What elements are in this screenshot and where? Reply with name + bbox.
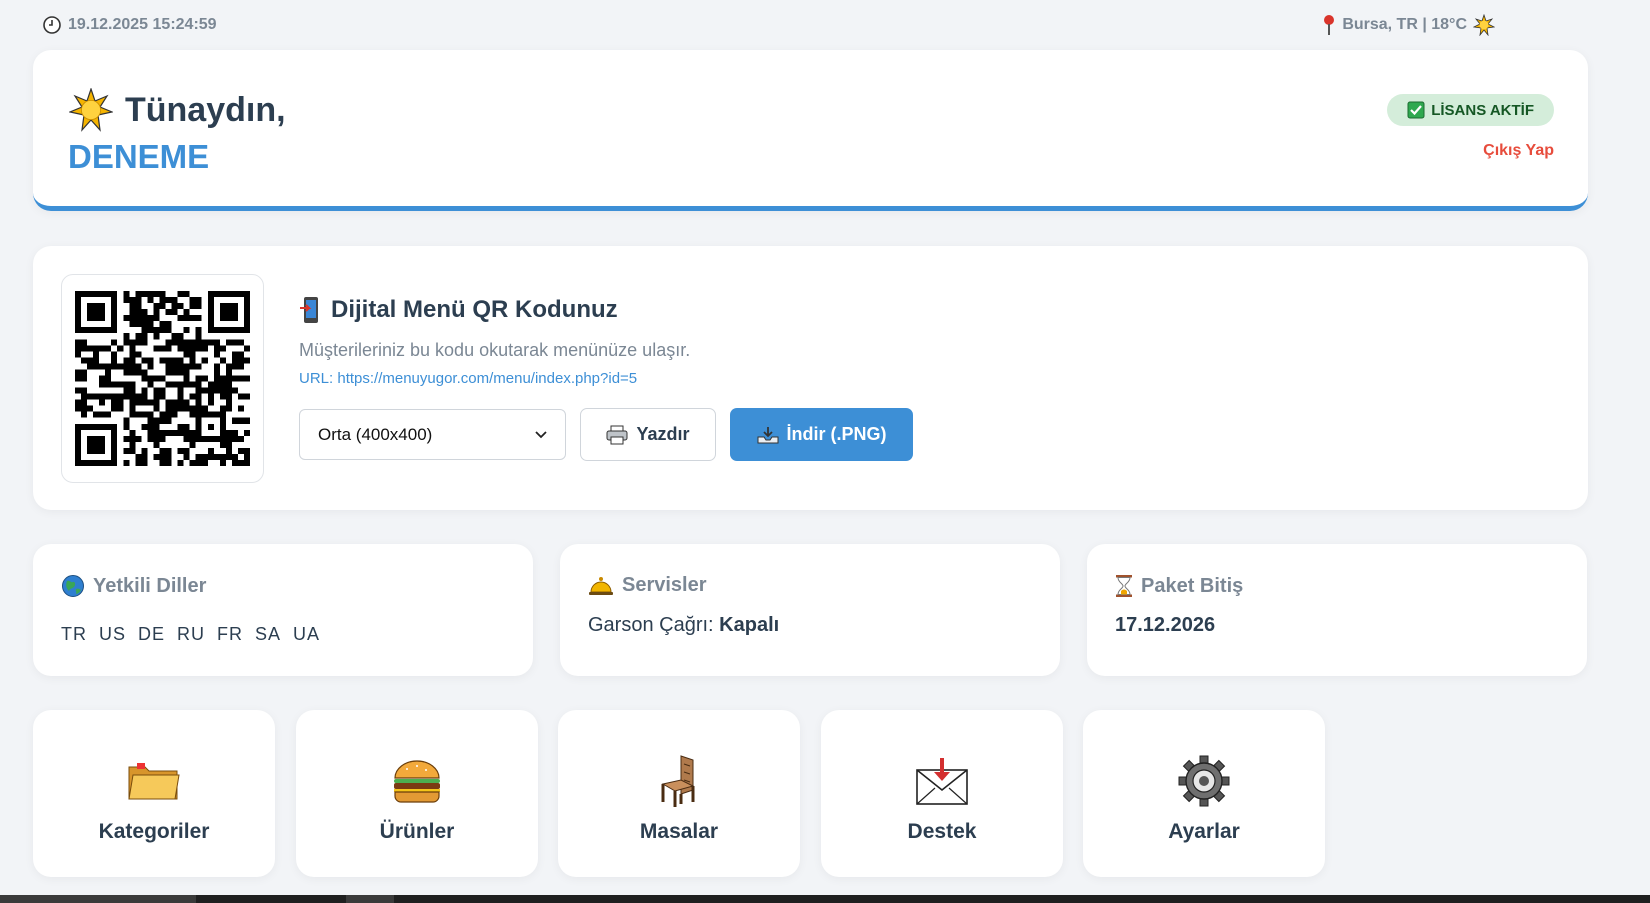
package-expiry-card: Paket Bitiş 17.12.2026 [1087,544,1587,676]
language-code: SA [255,624,282,644]
hourglass-icon [1115,574,1133,598]
menu-tile-label: Ürünler [379,820,455,843]
qr-code-graphic [75,291,250,466]
language-codes: TR US DE RU FR SA UA [61,624,320,645]
services-title: Servisler [588,574,707,597]
qr-size-select[interactable]: Orta (400x400) [299,409,566,460]
folder-icon [127,752,181,810]
burger-icon [391,752,443,810]
qr-description: Müşterileriniz bu kodu okutarak menünüze… [299,340,691,360]
taskbar-segment [0,895,196,903]
menu-tile-label: Masalar [639,820,719,843]
language-code: UA [293,624,321,644]
datetime-text: 19.12.2025 15:24:59 [68,16,217,33]
menu-tile-label: Ayarlar [1168,820,1240,843]
qr-size-selected-value: Orta (400x400) [318,424,433,444]
location-weather-group: Bursa, TR | 18°C [1322,14,1495,36]
menu-tile-tables[interactable]: Masalar [558,710,800,877]
top-status-bar: 19.12.2025 15:24:59 Bursa, TR | 18°C [0,0,1650,50]
globe-icon [61,574,85,598]
waiter-call-label: Garson Çağrı: [588,614,714,636]
language-code: TR [61,624,87,644]
languages-title: Yetkili Diller [61,574,206,598]
service-bell-icon [588,575,614,597]
language-code: US [99,624,127,644]
greeting-text: Tünaydın, [125,90,286,129]
print-button-label: Yazdır [636,424,690,444]
map-pin-icon [1322,14,1336,36]
download-button-label: İndir (.PNG) [786,424,887,444]
waiter-call-value: Kapalı [719,614,780,636]
language-code: DE [138,624,166,644]
menu-tile-settings[interactable]: Ayarlar [1083,710,1325,877]
qr-code-image [61,274,264,483]
chevron-down-icon [535,430,547,439]
qr-url-link[interactable]: https://menuyugor.com/menu/index.php?id=… [337,370,637,387]
package-expiry-date: 17.12.2026 [1115,614,1215,637]
menu-tile-label: Destek [907,820,977,843]
sun-icon [1473,14,1495,36]
qr-title-text: Dijital Menü QR Kodunuz [331,296,618,323]
languages-title-text: Yetkili Diller [93,574,207,597]
os-taskbar [0,895,1650,903]
package-expiry-date-value: 17.12.2026 [1115,614,1216,636]
package-expiry-title: Paket Bitiş [1115,574,1243,598]
check-box-icon [1407,101,1425,119]
gear-icon [1177,752,1231,810]
language-code: FR [217,624,244,644]
menu-tile-support[interactable]: Destek [821,710,1063,877]
package-expiry-title-text: Paket Bitiş [1141,574,1244,597]
printer-icon [606,425,628,445]
qr-title: Dijital Menü QR Kodunuz [299,296,618,324]
datetime-group: 19.12.2025 15:24:59 [42,15,217,35]
qr-controls: Orta (400x400) Yazdır İndir (.PNG) [299,408,913,461]
language-code: RU [177,624,206,644]
menu-tile-products[interactable]: Ürünler [296,710,538,877]
logout-link[interactable]: Çıkış Yap [1483,142,1554,160]
menu-tile-label: Kategoriler [98,820,210,843]
chair-icon [659,752,699,810]
mobile-phone-icon [299,296,323,324]
download-tray-icon [757,426,779,444]
services-card: Servisler Garson Çağrı: Kapalı [560,544,1060,676]
license-status-text: LİSANS AKTİF [1431,101,1534,119]
license-status-badge: LİSANS AKTİF [1387,94,1554,126]
qr-code-card: Dijital Menü QR Kodunuz Müşterileriniz b… [33,246,1588,510]
greeting: Tünaydın, [69,88,286,132]
taskbar-segment [346,895,394,903]
print-button[interactable]: Yazdır [580,408,716,461]
services-title-text: Servisler [622,574,707,596]
inbox-envelope-icon [914,752,970,810]
qr-url-line: URL: https://menuyugor.com/menu/index.ph… [299,370,637,387]
clock-icon [42,15,62,35]
location-weather-text: Bursa, TR | 18°C [1342,16,1467,33]
languages-card: Yetkili Diller TR US DE RU FR SA UA [33,544,533,676]
username: DENEME [68,138,210,175]
welcome-header-card: Tünaydın, DENEME LİSANS AKTİF Çıkış Yap [33,50,1588,211]
menu-tile-categories[interactable]: Kategoriler [33,710,275,877]
qr-url-prefix: URL: [299,370,334,387]
download-png-button[interactable]: İndir (.PNG) [730,408,913,461]
waiter-call-status: Garson Çağrı: Kapalı [588,614,779,637]
sun-icon [69,88,113,132]
